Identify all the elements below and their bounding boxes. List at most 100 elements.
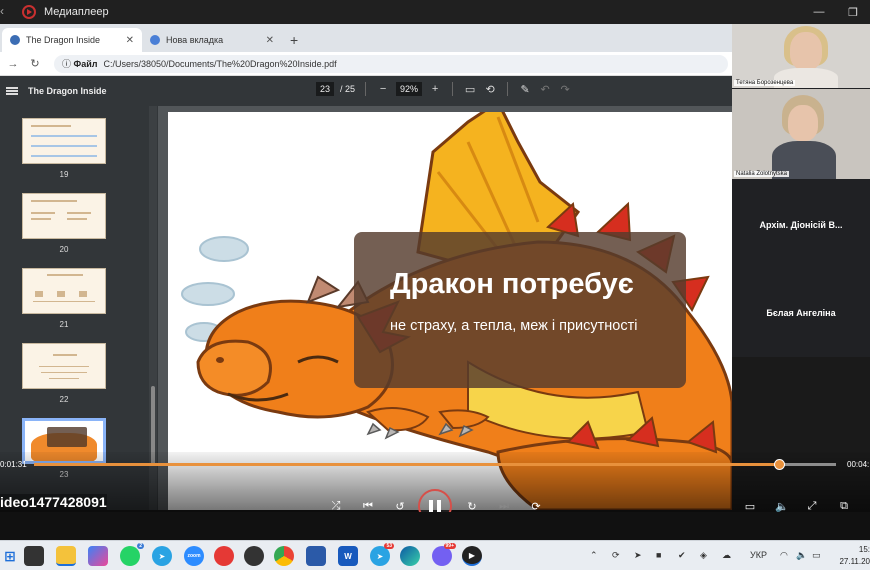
thumbnail-19[interactable]: 19 — [22, 118, 106, 179]
undo-icon[interactable]: ↶ — [538, 83, 552, 96]
seek-bar-knob[interactable] — [773, 459, 785, 470]
thumbnail-image — [22, 343, 106, 389]
obs-icon[interactable] — [244, 546, 264, 566]
checkmark-icon[interactable]: ✔ — [678, 550, 686, 561]
slide-subtitle: не страху, а тепла, меж і присутності — [390, 318, 638, 334]
close-icon[interactable]: ✕ — [266, 35, 274, 46]
file-chip: Файл — [62, 57, 98, 70]
thumbnail-image — [22, 118, 106, 164]
zoom-icon[interactable]: zoom — [184, 546, 204, 566]
clock-time: 15: — [858, 545, 870, 554]
thumbnail-number: 20 — [59, 245, 69, 254]
url-text: C:/Users/38050/Documents/The%20Dragon%20… — [103, 58, 337, 69]
camera-icon[interactable]: ■ — [656, 550, 661, 560]
tab-dragon-inside[interactable]: The Dragon Inside ✕ — [2, 28, 142, 52]
thumbnail-21[interactable]: 21 — [22, 268, 106, 329]
chrome-icon[interactable] — [274, 546, 294, 566]
speaker-icon[interactable]: 🔈 — [796, 550, 807, 561]
thumbnail-number: 22 — [59, 395, 69, 404]
tab-new[interactable]: Нова вкладка ✕ — [142, 28, 282, 52]
record-icon[interactable] — [214, 546, 234, 566]
shield-icon[interactable]: ◈ — [700, 550, 707, 561]
thumbnail-number: 19 — [59, 170, 69, 179]
viber-icon[interactable]: 99+ — [432, 543, 456, 566]
taskbar: ⊞ 2 ➤ zoom W ➤ 53 99+ ▶ ⌃ ⟳ ➤ ■ ✔ ◈ ☁ УКР… — [0, 540, 870, 570]
copilot-icon[interactable] — [88, 546, 108, 566]
pdf-title: The Dragon Inside — [28, 86, 107, 96]
battery-icon[interactable]: ▭ — [812, 550, 821, 561]
participant-video: Тетяна Борозенцева — [732, 24, 870, 88]
slide-title: Дракон потребує — [390, 268, 634, 300]
media-player-titlebar: ‹ Медиаплеер — [0, 0, 870, 24]
divider — [507, 82, 509, 96]
rotate-icon[interactable]: ⟲ — [483, 83, 497, 96]
clock[interactable]: 15: 27.11.20 — [839, 544, 870, 568]
address-bar[interactable]: Файл C:/Users/38050/Documents/The%20Drag… — [54, 54, 728, 73]
restore-icon[interactable]: ❐ — [836, 6, 870, 19]
tab-label: Нова вкладка — [166, 35, 224, 45]
slide-caption-card: Дракон потребує не страху, а тепла, меж … — [354, 232, 686, 388]
cloud-icon[interactable]: ☁ — [722, 550, 731, 561]
new-tab-icon — [150, 35, 160, 45]
wifi-icon[interactable]: ◠ — [780, 550, 788, 561]
whatsapp-icon[interactable]: 2 — [120, 543, 144, 566]
thumbnail-image — [22, 193, 106, 239]
media-player-taskbar-icon[interactable]: ▶ — [462, 546, 482, 566]
fit-page-icon[interactable]: ▭ — [463, 83, 477, 96]
telegram-icon-2[interactable]: ➤ 53 — [370, 543, 394, 566]
globe-icon — [10, 35, 20, 45]
participant-name-4[interactable]: Бєлая Ангеліна — [732, 308, 870, 318]
task-view-icon[interactable] — [24, 546, 44, 566]
video-filename: ideo1477428091 — [0, 494, 107, 510]
viber-badge: 99+ — [443, 543, 456, 549]
seek-bar-fill — [34, 463, 780, 466]
language-indicator[interactable]: УКР — [750, 550, 767, 560]
forward-icon[interactable]: → — [4, 58, 22, 70]
participant-tile-1[interactable]: Тетяна Борозенцева — [732, 24, 870, 88]
time-elapsed: 0:01:31 — [0, 460, 27, 469]
save-icon[interactable] — [306, 546, 326, 566]
participant-tile-2[interactable]: Natalia Zolotnytska — [732, 89, 870, 179]
chevron-up-icon[interactable]: ⌃ — [590, 550, 598, 561]
new-tab-plus-icon[interactable]: + — [282, 32, 306, 52]
divider — [452, 82, 454, 96]
reload-icon[interactable]: ↻ — [26, 57, 44, 70]
telegram-badge: 53 — [384, 543, 394, 549]
zoom-in-icon[interactable]: + — [428, 83, 442, 95]
participant-video: Natalia Zolotnytska — [732, 89, 870, 179]
page-number-input[interactable]: 23 — [316, 82, 335, 96]
word-icon[interactable]: W — [338, 546, 358, 566]
zoom-input[interactable]: 92% — [396, 82, 423, 96]
redo-icon[interactable]: ↷ — [558, 83, 572, 96]
clock-date: 27.11.20 — [839, 557, 870, 566]
edge-icon[interactable] — [400, 546, 420, 566]
page-total: / 25 — [340, 84, 356, 94]
thumbnail-20[interactable]: 20 — [22, 193, 106, 254]
telegram-icon[interactable]: ➤ — [152, 546, 172, 566]
start-icon[interactable]: ⊞ — [0, 546, 20, 566]
sidebar-scrollbar[interactable] — [149, 106, 157, 510]
minimize-icon[interactable]: — — [802, 6, 836, 18]
back-icon[interactable]: ‹ — [0, 4, 4, 18]
file-explorer-icon[interactable] — [56, 546, 76, 566]
tab-label: The Dragon Inside — [26, 35, 101, 45]
participant-strip: Тетяна Борозенцева Natalia Zolotnytska А… — [732, 24, 870, 357]
divider — [365, 82, 367, 96]
address-row: → ↻ Файл C:/Users/38050/Documents/The%20… — [0, 52, 732, 76]
close-icon[interactable]: ✕ — [126, 35, 134, 46]
media-player-icon — [22, 5, 36, 19]
pdf-toolbar: The Dragon Inside 23 / 25 − 92% + ▭ ⟲ ✎ … — [0, 76, 732, 106]
telegram-tray-icon[interactable]: ➤ — [634, 550, 642, 561]
window-controls: — ❐ — [802, 0, 870, 24]
zoom-out-icon[interactable]: − — [376, 83, 390, 95]
whatsapp-badge: 2 — [137, 543, 144, 549]
thumbnail-22[interactable]: 22 — [22, 343, 106, 404]
thumbnail-number: 21 — [59, 320, 69, 329]
menu-icon[interactable] — [6, 87, 18, 95]
sync-icon[interactable]: ⟳ — [612, 550, 620, 561]
participant-name: Тетяна Борозенцева — [734, 80, 796, 86]
participant-name-3[interactable]: Архім. Діонісій В... — [732, 220, 870, 230]
player-bottom-edge — [0, 512, 870, 540]
draw-icon[interactable]: ✎ — [518, 83, 532, 96]
seek-bar[interactable] — [34, 459, 836, 470]
